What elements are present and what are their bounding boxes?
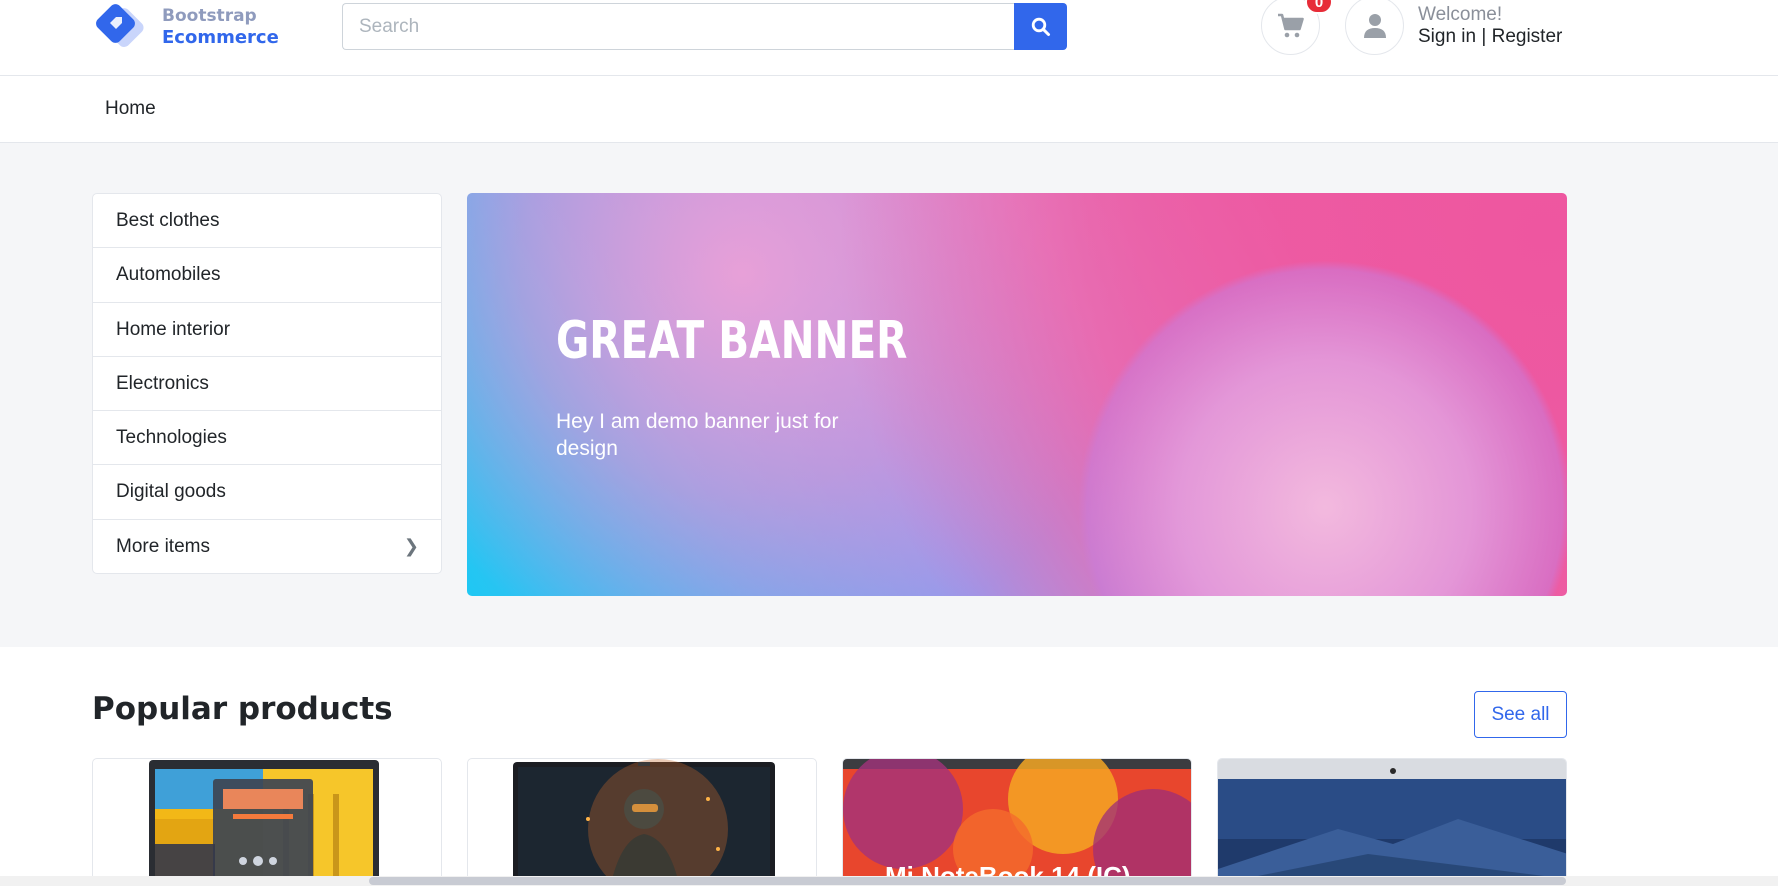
user-avatar[interactable] — [1345, 0, 1404, 55]
product-card[interactable] — [467, 758, 817, 886]
search-bar — [342, 3, 1067, 50]
category-item-automobiles[interactable]: Automobiles — [93, 248, 441, 303]
register-link[interactable]: Register — [1492, 26, 1563, 47]
logo-line-2: Ecommerce — [162, 27, 279, 48]
category-item-more-items[interactable]: More items ❯ — [93, 520, 441, 573]
hero-banner[interactable]: GREAT BANNER Hey I am demo banner just f… — [467, 193, 1567, 596]
logo-text: Bootstrap Ecommerce — [162, 6, 279, 48]
logo-diamond-icon — [96, 4, 144, 48]
search-input[interactable] — [342, 3, 1015, 50]
welcome-text: Welcome! — [1418, 4, 1503, 25]
banner-title: GREAT BANNER — [556, 311, 908, 371]
scrollbar-thumb[interactable] — [369, 877, 1566, 885]
category-item-digital-goods[interactable]: Digital goods — [93, 465, 441, 520]
product-card[interactable] — [1217, 758, 1567, 886]
logo-line-1: Bootstrap — [162, 6, 257, 26]
user-icon — [1363, 13, 1386, 38]
search-icon — [1031, 17, 1050, 36]
search-button[interactable] — [1014, 3, 1067, 50]
category-item-best-clothes[interactable]: Best clothes — [93, 194, 441, 249]
main-nav: Home — [0, 76, 1778, 143]
category-item-electronics[interactable]: Electronics — [93, 357, 441, 412]
category-list: Best clothes Automobiles Home interior E… — [92, 193, 442, 574]
sign-in-link[interactable]: Sign in — [1418, 26, 1476, 47]
site-header: Bootstrap Ecommerce 0 Welcome! Sign — [0, 0, 1778, 76]
auth-separator: | — [1481, 26, 1487, 47]
category-item-label: More items — [116, 535, 210, 557]
nav-item-home[interactable]: Home — [105, 98, 156, 120]
product-image — [513, 759, 775, 886]
category-item-home-interior[interactable]: Home interior — [93, 303, 441, 357]
product-image — [1218, 759, 1566, 886]
product-image: Mi NoteBook 14 (IC) — [843, 759, 1191, 886]
horizontal-scrollbar[interactable] — [0, 876, 1778, 886]
product-card[interactable]: Mi NoteBook 14 (IC) — [842, 758, 1192, 886]
auth-links: Sign in | Register — [1418, 26, 1562, 48]
section-title: Popular products — [92, 691, 393, 727]
see-all-button[interactable]: See all — [1474, 691, 1567, 738]
user-menu: Welcome! Sign in | Register — [1418, 4, 1562, 48]
product-card[interactable] — [92, 758, 442, 886]
cart-icon — [1277, 13, 1304, 37]
banner-subtitle: Hey I am demo banner just for design — [556, 410, 839, 460]
popular-products-section: Popular products See all Mi NoteBook 14 … — [0, 647, 1778, 886]
hero-section: Best clothes Automobiles Home interior E… — [0, 143, 1778, 647]
logo[interactable]: Bootstrap Ecommerce — [92, 2, 282, 54]
chevron-right-icon: ❯ — [403, 535, 419, 556]
category-item-technologies[interactable]: Technologies — [93, 411, 441, 466]
product-image — [149, 760, 379, 886]
